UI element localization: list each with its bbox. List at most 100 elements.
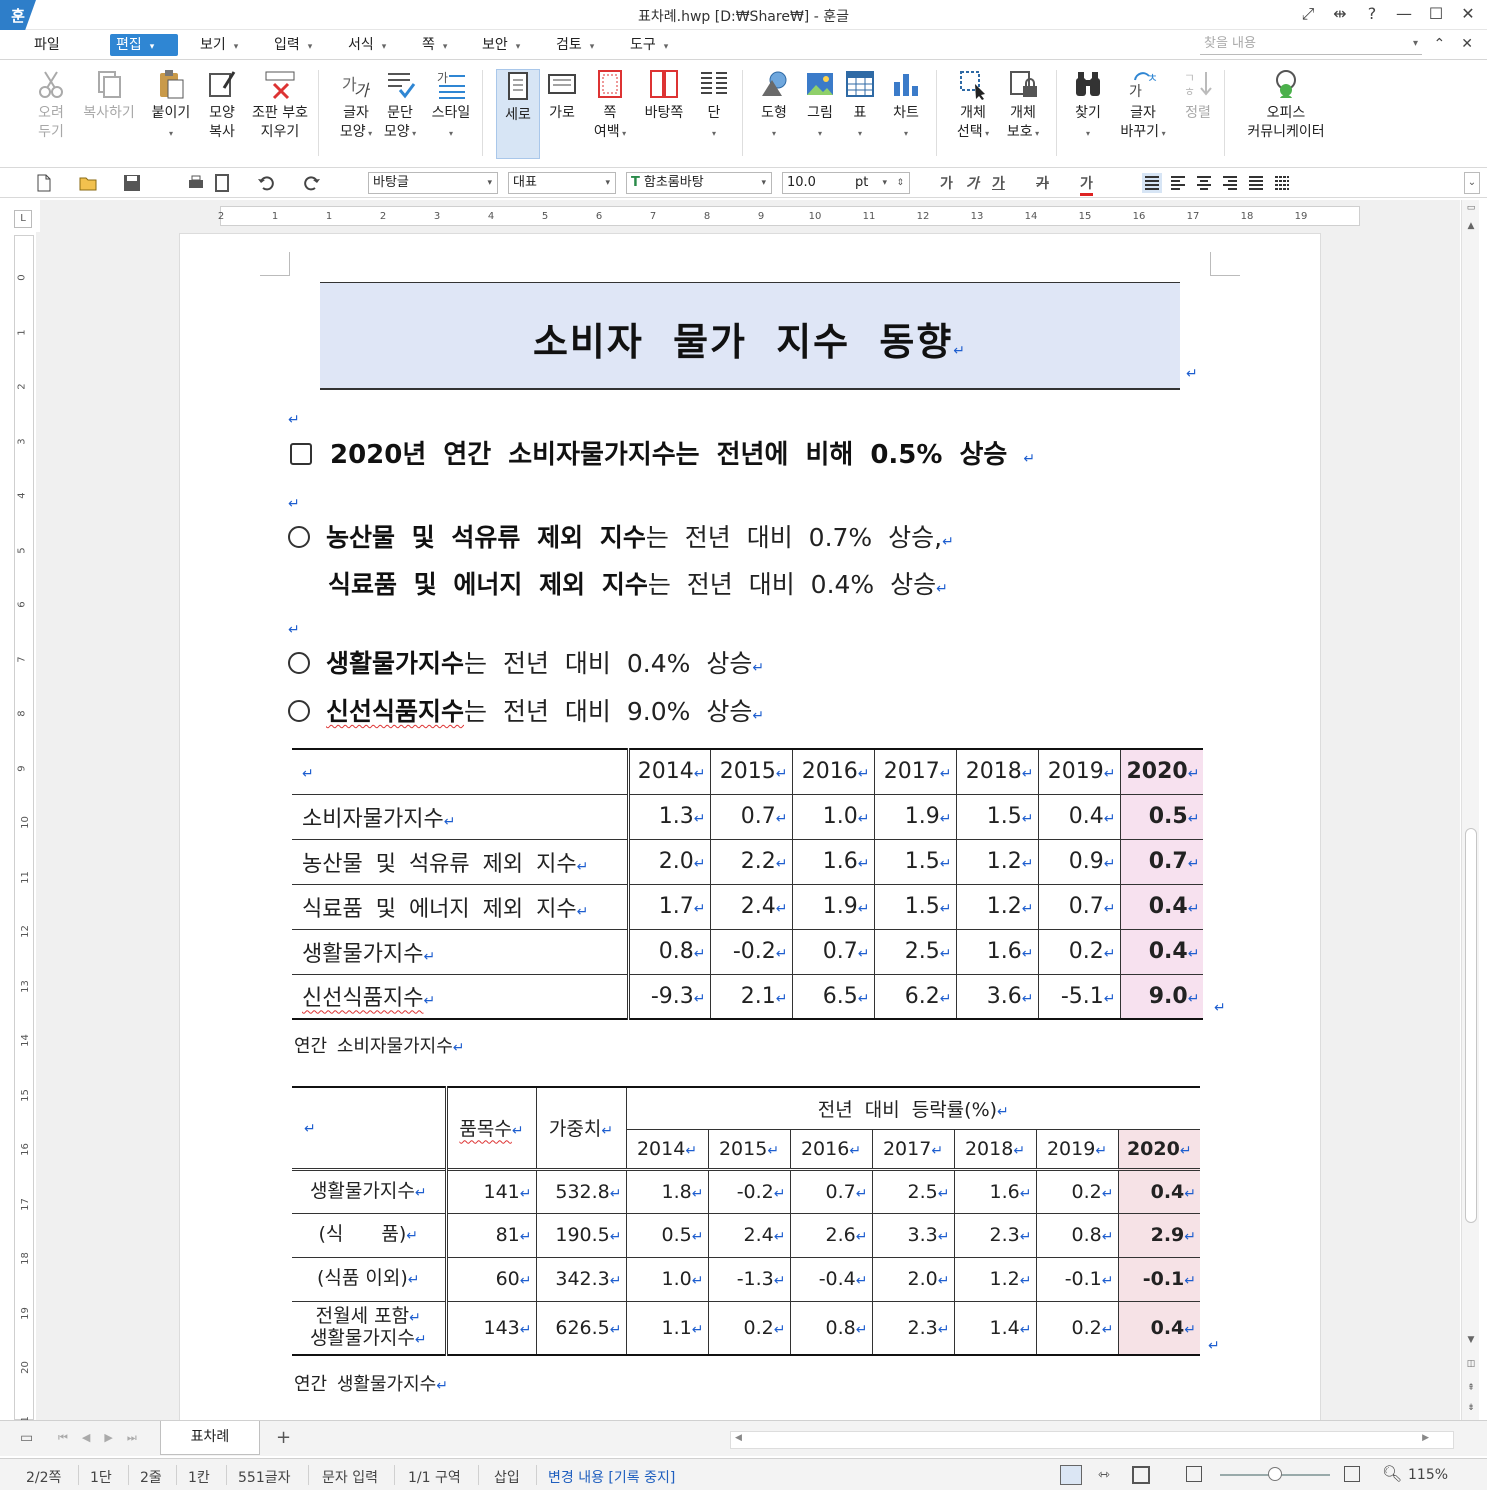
- ribbon-button-landscape[interactable]: 가로: [542, 68, 582, 123]
- table-caption[interactable]: 연간 생활물가지수↵: [294, 1370, 448, 1396]
- ribbon-button-char-replace[interactable]: 가 ㅊ 글자 바꾸기 ▾: [1118, 68, 1168, 143]
- ribbon-button-table[interactable]: 표 ▾: [842, 68, 878, 143]
- value-cell[interactable]: 2.9↵: [1117, 1212, 1200, 1258]
- horizontal-scrollbar[interactable]: ◀ ▶: [730, 1431, 1454, 1449]
- value-cell[interactable]: 1.5↵: [873, 838, 957, 885]
- bullet-line[interactable]: 식료품 및 에너지 제외 지수는 전년 대비 0.4% 상승↵: [328, 565, 948, 601]
- value-cell[interactable]: 1.2↵: [953, 1256, 1037, 1302]
- new-document-icon[interactable]: [34, 173, 54, 193]
- value-cell[interactable]: 0.4↵: [1117, 1167, 1200, 1214]
- vertical-ruler[interactable]: 0123456789101112131415161718192021: [14, 235, 34, 1428]
- collapse-ribbon-icon[interactable]: ⌃: [1434, 36, 1446, 52]
- value-cell[interactable]: 0.5↵: [625, 1212, 709, 1258]
- value-cell[interactable]: -9.3↵: [627, 973, 711, 1020]
- ribbon-button-paste[interactable]: 붙이기 ▾: [146, 68, 196, 143]
- vertical-scrollbar[interactable]: ▭ ▲ ▼ ◫ ⇞ ⇟: [1461, 200, 1479, 1420]
- menu-edit[interactable]: 편집 ▾: [110, 34, 178, 56]
- living-cpi-table[interactable]: ↵ 품목수↵ 가중치↵ 전년 대비 등락률(%)↵ 2014↵ 2015↵ 2016↵ 201…: [292, 1086, 1200, 1356]
- row-label-cell[interactable]: 신선식품지수↵: [292, 973, 630, 1020]
- value-cell[interactable]: 1.3↵: [627, 793, 711, 840]
- table-cell[interactable]: ↵: [292, 748, 630, 795]
- value-cell[interactable]: 2.5↵: [873, 928, 957, 975]
- underline-button[interactable]: 가: [992, 173, 1005, 193]
- add-tab-button[interactable]: +: [276, 1427, 291, 1448]
- italic-button[interactable]: 가: [966, 173, 979, 193]
- tab-document[interactable]: 표차례: [160, 1421, 260, 1455]
- value-cell[interactable]: 1.9↵: [873, 793, 957, 840]
- save-icon[interactable]: [122, 173, 142, 193]
- toolbar-expand-icon[interactable]: ⌄: [1464, 172, 1480, 194]
- close-doc-icon[interactable]: ✕: [1461, 36, 1473, 52]
- value-cell[interactable]: 2.5↵: [871, 1167, 955, 1214]
- year-header-cell[interactable]: 2016↵: [791, 748, 875, 795]
- horizontal-ruler[interactable]: 2 1 1 2 3 4 5 6 7 8 9 10 11 12 13 14 15 16 17 18 19: [40, 200, 1460, 232]
- ribbon-button-shape[interactable]: 도형 ▾: [752, 68, 796, 143]
- menu-security[interactable]: 보안 ▾: [476, 34, 526, 56]
- ribbon-button-scissors[interactable]: 오려 두기: [28, 68, 74, 142]
- scroll-top-icon[interactable]: ▭: [1462, 200, 1480, 216]
- zoom-slider-knob[interactable]: [1268, 1467, 1282, 1481]
- row-label-cell[interactable]: 농산물 및 석유류 제외 지수↵: [292, 838, 630, 885]
- header-cell-count[interactable]: 품목수↵: [445, 1086, 537, 1170]
- ribbon-button-communicator[interactable]: 오피스 커뮤니케이터: [1240, 68, 1332, 142]
- value-cell[interactable]: 2.0↵: [871, 1256, 955, 1302]
- row-label-cell[interactable]: 생활물가지수↵: [292, 928, 630, 975]
- header-cell-group[interactable]: 전년 대비 등락률(%)↵: [625, 1086, 1200, 1130]
- normal-view-icon[interactable]: [1060, 1465, 1082, 1485]
- value-cell[interactable]: 1.6↵: [791, 838, 875, 885]
- value-cell[interactable]: 0.7↵: [1037, 883, 1121, 930]
- style-select[interactable]: 바탕글 ▾: [368, 172, 498, 194]
- align-center-icon[interactable]: [1194, 173, 1214, 193]
- year-header-cell[interactable]: 2019↵: [1035, 1128, 1119, 1170]
- value-cell[interactable]: 1.1↵: [625, 1300, 709, 1356]
- value-cell[interactable]: 2.4↵: [709, 883, 793, 930]
- maximize-button[interactable]: ☐: [1427, 4, 1445, 24]
- close-button[interactable]: ✕: [1459, 4, 1477, 24]
- year-header-cell[interactable]: 2017↵: [873, 748, 957, 795]
- value-cell[interactable]: -0.4↵: [789, 1256, 873, 1302]
- menu-tools[interactable]: 도구 ▾: [624, 34, 674, 56]
- cpi-table[interactable]: ↵ 2014↵ 2015↵ 2016↵ 2017↵ 2018↵ 2019↵ 2020↵ 소비자물…: [292, 748, 1204, 1020]
- value-cell[interactable]: 2.3↵: [953, 1212, 1037, 1258]
- value-cell[interactable]: 0.7↵: [709, 793, 793, 840]
- value-cell[interactable]: 2.1↵: [709, 973, 793, 1020]
- ribbon-button-binoculars[interactable]: 찾기 ▾: [1066, 68, 1110, 143]
- value-cell[interactable]: 1.5↵: [955, 793, 1039, 840]
- header-cell-weight[interactable]: 가중치↵: [535, 1086, 627, 1170]
- count-cell[interactable]: 143↵: [445, 1300, 537, 1356]
- year-header-cell[interactable]: 2018↵: [955, 748, 1039, 795]
- spinner-icon[interactable]: ⇕: [896, 173, 904, 193]
- language-select[interactable]: 대표 ▾: [508, 172, 616, 194]
- menu-file[interactable]: 파일: [28, 34, 66, 56]
- menu-page[interactable]: 쪽 ▾: [416, 34, 453, 56]
- undo-icon[interactable]: [256, 173, 276, 193]
- menu-review[interactable]: 검토 ▾: [550, 34, 600, 56]
- value-cell[interactable]: 1.8↵: [625, 1167, 709, 1214]
- font-size-input[interactable]: 10.0 pt ▾ ⇕: [782, 172, 910, 194]
- value-cell[interactable]: 1.6↵: [953, 1167, 1037, 1214]
- value-cell[interactable]: -0.2↵: [709, 928, 793, 975]
- value-cell[interactable]: -0.1↵: [1035, 1256, 1119, 1302]
- weight-cell[interactable]: 190.5↵: [535, 1212, 627, 1258]
- value-cell[interactable]: 0.7↵: [1119, 838, 1204, 885]
- print-icon[interactable]: [186, 173, 206, 193]
- strikethrough-button[interactable]: 가: [1036, 173, 1049, 193]
- count-cell[interactable]: 141↵: [445, 1167, 537, 1214]
- ribbon-button-para-shape[interactable]: 문단 모양 ▾: [378, 68, 422, 143]
- row-label-cell[interactable]: (식 품)↵: [292, 1212, 448, 1258]
- divide-icon[interactable]: [1272, 173, 1292, 193]
- value-cell[interactable]: 0.4↵: [1037, 793, 1121, 840]
- scroll-down-icon[interactable]: ▼: [1462, 1332, 1480, 1348]
- zoom-fit-icon[interactable]: [1186, 1466, 1202, 1482]
- value-cell[interactable]: 0.8↵: [1035, 1212, 1119, 1258]
- headline[interactable]: 2020년 연간 소비자물가지수는 전년에 비해 0.5% 상승 ↵: [290, 434, 1035, 471]
- value-cell[interactable]: 1.2↵: [955, 838, 1039, 885]
- prev-page-icon[interactable]: ⇞: [1462, 1380, 1480, 1396]
- row-label-cell[interactable]: 식료품 및 에너지 제외 지수↵: [292, 883, 630, 930]
- fullscreen-icon[interactable]: ⤢: [1299, 4, 1317, 24]
- ribbon-button-object-protect[interactable]: 개체 보호 ▾: [1000, 68, 1046, 143]
- value-cell[interactable]: 1.0↵: [625, 1256, 709, 1302]
- status-page[interactable]: 2/2쪽: [26, 1467, 61, 1487]
- scroll-thumb[interactable]: [1465, 828, 1477, 1223]
- doc-title[interactable]: 소비자 물가 지수 동향↵: [320, 311, 1180, 366]
